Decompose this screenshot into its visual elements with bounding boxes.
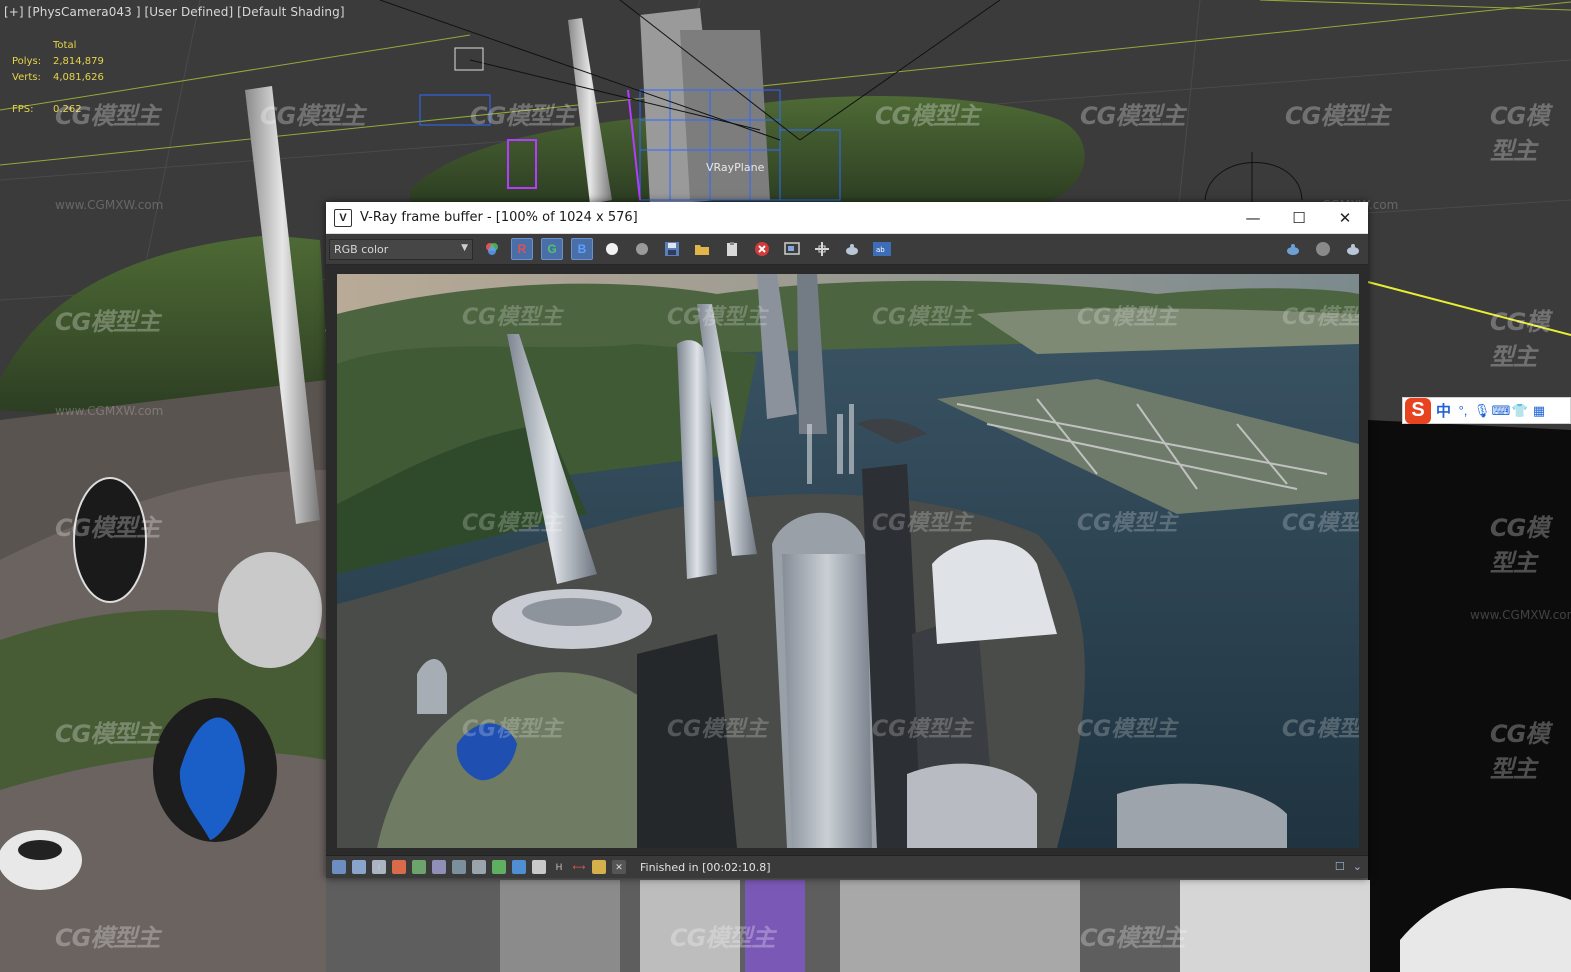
vrayplane-object-label[interactable]: VRayPlane: [706, 161, 764, 174]
stamp-icon[interactable]: ✕: [612, 860, 626, 874]
close-button[interactable]: ✕: [1322, 202, 1368, 233]
ocio-icon[interactable]: [532, 860, 546, 874]
pixel-aspect-icon[interactable]: ⟷: [572, 860, 586, 874]
region-render-icon[interactable]: [781, 238, 803, 260]
vray-frame-buffer-window[interactable]: V V-Ray frame buffer - [100% of 1024 x 5…: [326, 202, 1368, 878]
minimize-button[interactable]: —: [1230, 202, 1276, 233]
svg-text:CG模型主: CG模型主: [667, 305, 769, 330]
green-channel-button[interactable]: G: [541, 238, 563, 260]
interactive-render-icon[interactable]: [1342, 238, 1364, 260]
svg-text:CG模型主: CG模型主: [1282, 511, 1359, 536]
red-channel-button[interactable]: R: [511, 238, 533, 260]
svg-text:CG模型主: CG模型主: [462, 717, 564, 742]
teapot-graphic: [846, 244, 858, 255]
view-white-icon[interactable]: [601, 238, 623, 260]
history-icon[interactable]: [332, 860, 346, 874]
verts-value: 4,081,626: [53, 72, 104, 83]
stop-graphic: [1316, 242, 1330, 256]
keyboard-icon[interactable]: ⌨: [1492, 403, 1511, 418]
svg-text:CG模型主: CG模型主: [872, 717, 974, 742]
viewport-label[interactable]: [+] [PhysCamera043 ] [User Defined] [Def…: [4, 5, 345, 19]
exposure-icon[interactable]: [452, 860, 466, 874]
polys-label: Polys:: [12, 56, 42, 67]
menu-icon[interactable]: ▦: [1532, 403, 1546, 418]
background-icon[interactable]: [472, 860, 486, 874]
view-mono-icon[interactable]: [631, 238, 653, 260]
color-correction-icon[interactable]: [392, 860, 406, 874]
scene-statistics: Total Polys: 2,814,879 Verts: 4,081,626 FP…: [12, 38, 104, 118]
svg-text:CG模型主: CG模型主: [462, 511, 564, 536]
expand-chevron-icon[interactable]: ⌄: [1353, 860, 1362, 873]
restore-icon[interactable]: ☐: [1335, 860, 1345, 873]
svg-text:CG模型主: CG模型主: [1282, 717, 1359, 742]
white-circle-graphic: [606, 243, 618, 255]
render-last-icon[interactable]: [1282, 238, 1304, 260]
chevron-down-icon: ▼: [461, 242, 468, 253]
verts-label: Verts:: [12, 72, 41, 83]
ab-compare-icon[interactable]: ab: [871, 238, 893, 260]
teapot-graphic: [1347, 244, 1359, 255]
clear-image-icon[interactable]: [721, 238, 743, 260]
ime-mode-toggle[interactable]: 中: [1436, 400, 1451, 421]
fps-label: FPS:: [12, 104, 34, 115]
render-teapot-icon[interactable]: [841, 238, 863, 260]
svg-text:CG模型主: CG模型主: [872, 305, 974, 330]
svg-text:CG模型主: CG模型主: [1077, 717, 1179, 742]
svg-text:ab: ab: [876, 246, 885, 254]
channel-dropdown-value: RGB color: [334, 242, 389, 256]
stats-header: Total: [53, 40, 77, 51]
save-image-icon[interactable]: [661, 238, 683, 260]
curves-icon[interactable]: [432, 860, 446, 874]
ime-toolbar[interactable]: S 中 °, 🎙 ⌨ 👕 ▦: [1402, 397, 1571, 424]
shirt-icon[interactable]: 👕: [1512, 403, 1528, 418]
svg-text:CG模型主: CG模型主: [1077, 305, 1179, 330]
ime-logo-icon[interactable]: S: [1405, 397, 1431, 424]
punctuation-icon[interactable]: °,: [1456, 403, 1470, 418]
vfb-toolbar: RGB color ▼ R G B ab: [326, 234, 1368, 265]
compare-graphic: ab: [873, 242, 891, 256]
stop-render-icon[interactable]: [751, 238, 773, 260]
save-graphic: [665, 242, 679, 256]
window-title: V-Ray frame buffer - [100% of 1024 x 576…: [360, 210, 638, 225]
load-image-icon[interactable]: [691, 238, 713, 260]
lens-effects-icon[interactable]: [512, 860, 526, 874]
histogram-icon[interactable]: H: [552, 860, 566, 874]
stop-icon[interactable]: [1312, 238, 1334, 260]
color-channels-icon[interactable]: [481, 238, 503, 260]
svg-text:CG模型主: CG模型主: [667, 717, 769, 742]
window-titlebar[interactable]: V V-Ray frame buffer - [100% of 1024 x 5…: [326, 202, 1368, 234]
levels-icon[interactable]: [412, 860, 426, 874]
blue-channel-button[interactable]: B: [571, 238, 593, 260]
lut-icon[interactable]: [492, 860, 506, 874]
region-graphic: [784, 242, 800, 255]
clipboard-graphic: [727, 242, 737, 256]
gray-circle-graphic: [636, 243, 648, 255]
channel-dropdown[interactable]: RGB color ▼: [329, 238, 473, 260]
render-preview: CG模型主 CG模型主 CG模型主 CG模型主 CG模型主 CG模型主 CG模型主 CG模…: [337, 274, 1359, 848]
svg-text:CG模型主: CG模型主: [1077, 511, 1179, 536]
svg-text:CG模型主: CG模型主: [872, 511, 974, 536]
info-icon[interactable]: i: [372, 860, 386, 874]
render-status: Finished in [00:02:10.8]: [640, 860, 771, 874]
polys-value: 2,814,879: [53, 56, 104, 67]
color-channels-icon-graphic: [486, 243, 498, 255]
rendered-image[interactable]: CG模型主 CG模型主 CG模型主 CG模型主 CG模型主 CG模型主 CG模型主 CG模…: [337, 274, 1359, 848]
stop-graphic: [755, 242, 769, 256]
srgb-icon[interactable]: [592, 860, 606, 874]
teapot-graphic: [1287, 244, 1299, 255]
svg-text:CG模型主: CG模型主: [1282, 305, 1359, 330]
maximize-button[interactable]: ☐: [1276, 202, 1322, 233]
vray-app-icon: V: [334, 208, 352, 227]
vfb-statusbar: i H ⟷ ✕ Finished in [00:02:10.8] ☐ ⌄: [326, 855, 1368, 878]
crosshair-graphic: [815, 242, 829, 256]
microphone-icon[interactable]: 🎙: [1474, 403, 1491, 418]
fps-value: 0.262: [53, 104, 82, 115]
svg-text:CG模型主: CG模型主: [462, 305, 564, 330]
track-mouse-icon[interactable]: [811, 238, 833, 260]
folder-graphic: [695, 245, 709, 255]
display-correction-icon[interactable]: [352, 860, 366, 874]
